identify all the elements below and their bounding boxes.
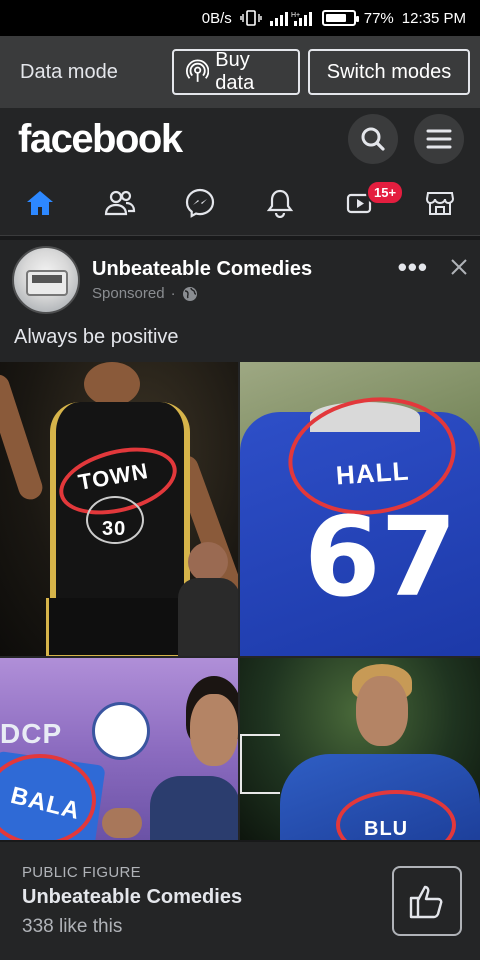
thumbs-up-icon [409,885,443,919]
marketplace-icon [425,191,455,215]
tab-marketplace[interactable] [400,170,480,235]
sponsored-label[interactable]: Sponsored [92,285,165,302]
photo-number: 30 [102,518,127,540]
tab-friends[interactable] [80,170,160,235]
svg-text:H+: H+ [291,12,300,19]
facebook-logo[interactable]: facebook [18,117,332,162]
battery-icon [321,10,359,26]
feed-post: Unbeateable Comedies Sponsored · ••• Alw… [0,240,480,840]
post-photo[interactable]: BLU [240,658,480,840]
like-page-button[interactable] [392,866,462,936]
buy-data-button[interactable]: Buy data [172,49,300,95]
status-bar: 0B/s H+ 77% 12:35 PM [0,0,480,36]
network-speed: 0B/s [201,9,232,27]
notification-badge: 15+ [366,180,405,205]
tab-home[interactable] [0,170,80,235]
messenger-icon [185,188,215,218]
home-icon [27,190,53,215]
page-likes-count: 338 like this [22,916,123,937]
dot-separator: · [170,285,176,302]
page-category: PUBLIC FIGURE [22,864,141,881]
menu-button[interactable] [414,114,464,164]
data-mode-title: Data mode [20,60,118,83]
bell-icon [266,189,294,218]
photo-grid: TOWN 30 HALL 67 DCP BALA BLU [0,362,480,840]
signal-icon: H+ [269,10,314,26]
post-author[interactable]: Unbeateable Comedies [92,258,398,281]
avatar[interactable] [12,246,80,314]
data-mode-bar: Data mode Buy data Switch modes [0,36,480,108]
tab-notifications[interactable] [240,170,320,235]
post-caption: Always be positive [14,326,179,348]
page-name[interactable]: Unbeateable Comedies [22,886,242,909]
friends-icon [104,190,136,215]
switch-modes-label: Switch modes [326,60,452,83]
photo-text: BLU [364,818,409,840]
photo-text: HALL [335,455,411,491]
post-photo[interactable]: DCP BALA [0,658,238,840]
search-icon [361,127,385,151]
tab-messenger[interactable] [160,170,240,235]
post-photo[interactable]: TOWN 30 [0,362,238,656]
page-info-card: PUBLIC FIGURE Unbeateable Comedies 338 l… [0,842,480,960]
search-button[interactable] [348,114,398,164]
globe-icon [182,286,197,301]
battery-percent: 77% [363,9,394,27]
switch-modes-button[interactable]: Switch modes [308,49,470,95]
close-icon[interactable] [450,258,468,276]
vibrate-icon [240,10,262,26]
clock: 12:35 PM [401,9,466,27]
buy-data-label: Buy data [215,49,255,94]
hotspot-icon [186,59,210,82]
nav-tabs: 15+ [0,170,480,236]
photo-sign-text: DCP [0,718,63,749]
post-photo[interactable]: HALL 67 [240,362,480,656]
post-header: Unbeateable Comedies Sponsored · ••• [12,244,468,316]
photo-number: 67 [304,493,458,621]
app-header: facebook [0,108,480,170]
more-options-icon[interactable]: ••• [398,252,428,283]
hamburger-icon [426,129,452,149]
tab-watch[interactable]: 15+ [320,170,405,235]
